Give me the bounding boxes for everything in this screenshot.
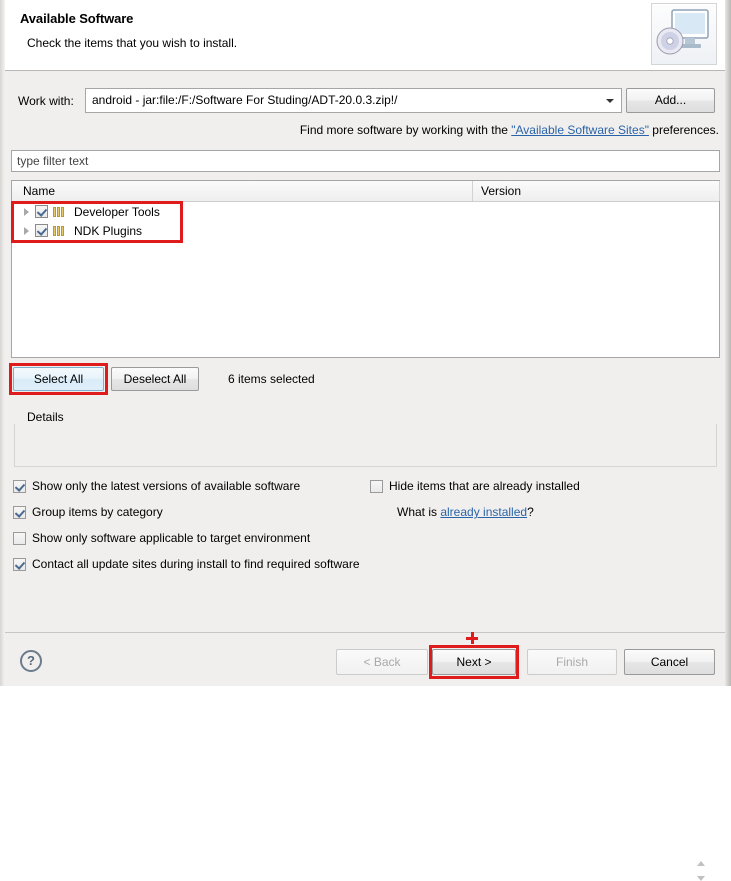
checkbox-contact-update-sites[interactable]: Contact all update sites during install …	[13, 557, 360, 571]
find-more-suffix: preferences.	[648, 123, 719, 137]
checkbox-label: Show only software applicable to target …	[32, 531, 311, 545]
help-question-icon[interactable]: ?	[20, 650, 42, 672]
checkbox-box[interactable]	[13, 531, 26, 545]
work-with-value: android - jar:file:/F:/Software For Stud…	[92, 93, 398, 107]
category-icon	[53, 225, 67, 236]
checkbox-group-by-category[interactable]: Group items by category	[13, 505, 163, 519]
checkbox-box[interactable]	[13, 557, 26, 571]
whatis-prefix: What is	[397, 505, 441, 519]
checkbox-hide-already-installed[interactable]: Hide items that are already installed	[370, 479, 580, 493]
checkbox-label: Show only the latest versions of availab…	[32, 479, 301, 493]
items-selected-status: 6 items selected	[228, 372, 315, 386]
checkbox-box[interactable]	[13, 479, 26, 493]
checkbox-box[interactable]	[370, 479, 383, 493]
monitor-with-disc-icon	[651, 3, 717, 65]
window-frame-left	[0, 0, 5, 686]
page-title: Available Software	[20, 11, 134, 26]
finish-button: Finish	[527, 649, 617, 675]
next-button[interactable]: Next >	[432, 649, 516, 675]
checkbox-box[interactable]	[13, 505, 26, 519]
expand-arrow-icon[interactable]	[24, 226, 29, 235]
expand-arrow-icon[interactable]	[24, 207, 29, 216]
available-software-sites-link[interactable]: "Available Software Sites"	[511, 123, 649, 137]
row-checkbox[interactable]	[35, 224, 48, 237]
work-with-label: Work with:	[18, 94, 74, 108]
table-row[interactable]: Developer Tools	[12, 202, 719, 221]
column-header-name[interactable]: Name	[23, 184, 55, 198]
table-row[interactable]: NDK Plugins	[12, 221, 719, 240]
column-divider[interactable]	[472, 181, 473, 201]
find-more-prefix: Find more software by working with the	[299, 123, 512, 137]
work-with-combo[interactable]: android - jar:file:/F:/Software For Stud…	[85, 88, 622, 113]
up-down-arrows-icon[interactable]	[695, 861, 706, 881]
details-label: Details	[24, 410, 67, 424]
category-icon	[53, 206, 67, 217]
checkbox-show-target-environment[interactable]: Show only software applicable to target …	[13, 531, 310, 545]
checkbox-label: Group items by category	[32, 505, 163, 519]
checkbox-label: Hide items that are already installed	[389, 479, 580, 493]
checkbox-label: Contact all update sites during install …	[32, 557, 360, 571]
whatis-suffix: ?	[527, 505, 534, 519]
details-panel	[14, 424, 717, 881]
table-row-name: NDK Plugins	[74, 223, 143, 238]
chevron-down-icon[interactable]	[606, 99, 614, 103]
add-button[interactable]: Add...	[626, 88, 715, 113]
cancel-button[interactable]: Cancel	[624, 649, 715, 675]
available-software-dialog: Available Software Check the items that …	[0, 0, 731, 881]
tree-body: Developer Tools NDK Plugins	[12, 202, 719, 357]
filter-input[interactable]: type filter text	[11, 150, 720, 172]
checkbox-show-latest-versions[interactable]: Show only the latest versions of availab…	[13, 479, 300, 493]
already-installed-link[interactable]: already installed	[440, 505, 527, 519]
column-divider[interactable]	[719, 181, 720, 201]
deselect-all-button[interactable]: Deselect All	[111, 367, 199, 391]
row-checkbox[interactable]	[35, 205, 48, 218]
available-software-tree[interactable]: Name Version Developer Tools NDK Plugins	[11, 180, 720, 358]
tree-header: Name Version	[12, 181, 720, 202]
table-row-name: Developer Tools	[74, 204, 160, 219]
column-header-version[interactable]: Version	[481, 184, 521, 198]
page-subtitle: Check the items that you wish to install…	[27, 36, 238, 50]
select-all-button[interactable]: Select All	[13, 367, 104, 391]
filter-placeholder: type filter text	[17, 154, 89, 168]
back-button: < Back	[336, 649, 428, 675]
window-frame-right	[725, 0, 731, 686]
dialog-banner: Available Software Check the items that …	[5, 0, 725, 71]
find-more-software-text: Find more software by working with the "…	[300, 123, 719, 137]
what-is-already-installed-text: What is already installed?	[397, 505, 534, 519]
